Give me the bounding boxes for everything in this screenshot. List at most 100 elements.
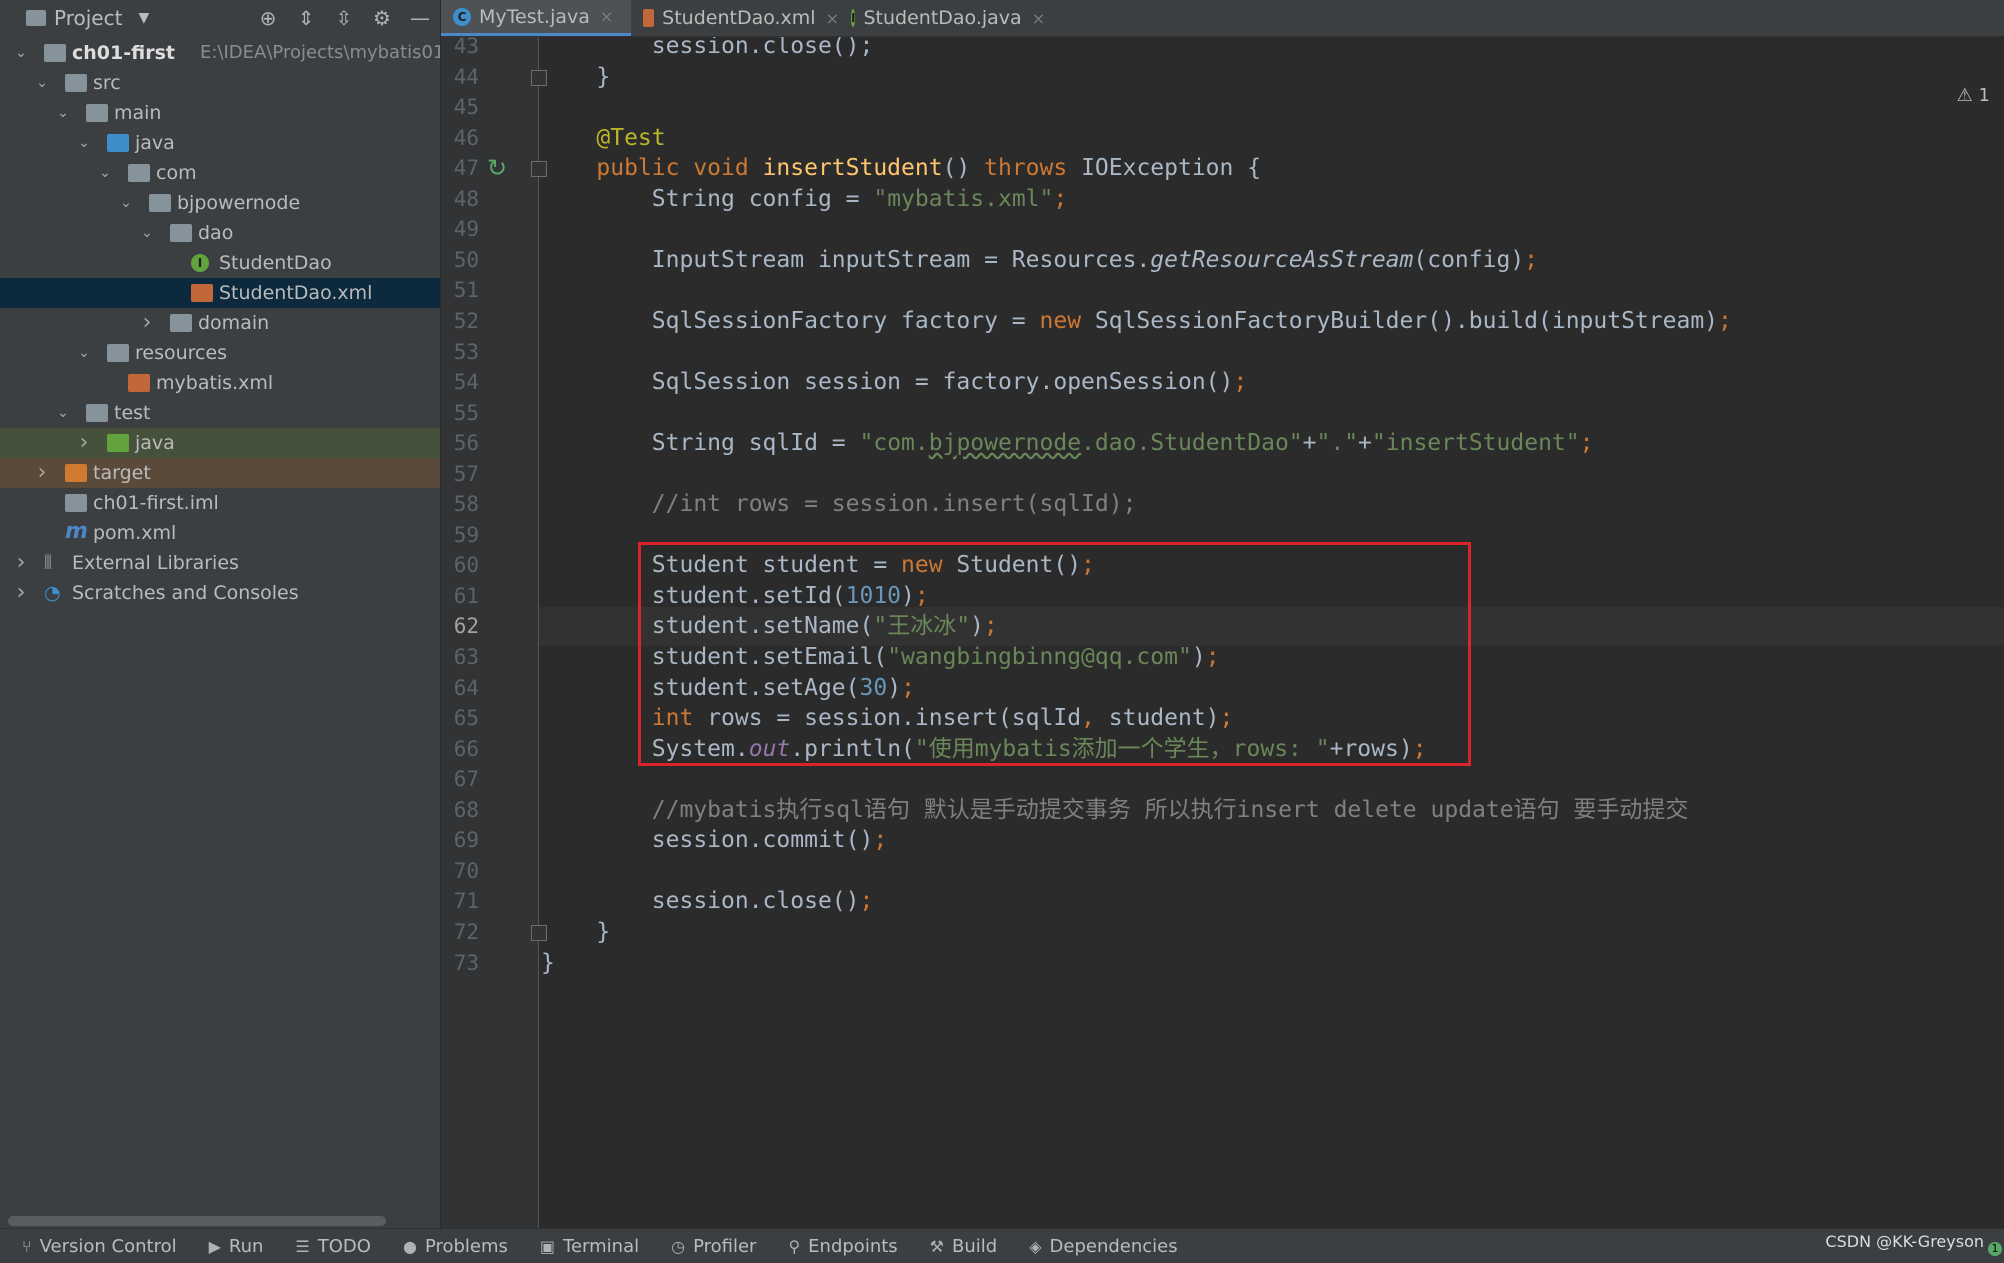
code-token: + (1358, 430, 1372, 456)
chevron-down-icon[interactable]: ⌄ (77, 338, 91, 368)
tree-item-domain[interactable]: › domain (0, 308, 440, 338)
code-line[interactable]: System.out.println("使用mybatis添加一个学生，rows… (541, 730, 1427, 769)
tree-item-label: domain (198, 312, 270, 334)
chevron-down-icon[interactable]: ⌄ (77, 128, 91, 158)
fold-marker-icon[interactable] (531, 925, 547, 941)
code-line[interactable]: String sqlId = "com.bjpowernode.dao.Stud… (541, 424, 1594, 463)
chevron-down-icon[interactable]: ⌄ (140, 218, 154, 248)
tool-window-bar: ⑂ Version Control ▶ Run ☰ TODO ● Problems ▣ Termi… (0, 1228, 2004, 1263)
code-token: + (1302, 430, 1317, 456)
tree-item-scratches-and-consoles[interactable]: › ◔ Scratches and Consoles (0, 578, 440, 608)
fold-marker-icon[interactable] (531, 70, 547, 86)
toolwindow-run[interactable]: ▶ Run (209, 1236, 264, 1257)
toolwindow-label: Terminal (563, 1235, 640, 1257)
toolwindow-todo[interactable]: ☰ TODO (295, 1236, 371, 1257)
code-token: getResourceAsStream (1150, 247, 1414, 273)
watermark: CSDN @KK-Greyson (1825, 1232, 1984, 1251)
chevron-down-icon[interactable]: ⌄ (56, 398, 70, 428)
code-token: ; (1579, 430, 1594, 456)
chevron-down-icon[interactable]: ⌄ (119, 188, 133, 218)
tree-item-java[interactable]: ⌄ java (0, 128, 440, 158)
code-line[interactable]: String config = "mybatis.xml"; (541, 180, 1067, 219)
tree-item-external-libraries[interactable]: › ⫴ External Libraries (0, 548, 440, 578)
layers-icon: ◈ (1029, 1236, 1042, 1256)
warning-indicator[interactable]: ⚠ 1 (1957, 85, 1990, 106)
tab-mytest-java[interactable]: C MyTest.java × (441, 0, 631, 36)
collapse-all-icon[interactable]: ⇳ (332, 6, 356, 30)
tree-item-ch01-first-iml[interactable]: ch01-first.iml (0, 488, 440, 518)
toolwindow-profiler[interactable]: ◷ Profiler (671, 1236, 756, 1257)
expand-all-icon[interactable]: ⇕ (294, 6, 318, 30)
code-line[interactable]: //int rows = session.insert(sqlId); (541, 485, 1137, 524)
tree-item-test[interactable]: ⌄ test (0, 398, 440, 428)
close-icon[interactable]: × (1032, 9, 1045, 28)
locate-icon[interactable]: ⊕ (256, 6, 280, 30)
minimize-icon[interactable]: — (408, 6, 432, 30)
chevron-down-icon[interactable]: ▼ (138, 10, 149, 26)
code-line[interactable]: SqlSession session = factory.openSession… (541, 363, 1247, 402)
editor-tabs: C MyTest.java × StudentDao.xml × I StudentDao.… (441, 0, 2004, 37)
tree-item-main[interactable]: ⌄ main (0, 98, 440, 128)
code-line[interactable]: SqlSessionFactory factory = new SqlSessi… (541, 302, 1732, 341)
tree-item-label: Scratches and Consoles (72, 582, 299, 604)
chevron-right-icon[interactable]: › (140, 308, 154, 338)
code-token: Student student = (541, 552, 902, 578)
horizontal-scrollbar[interactable] (8, 1216, 386, 1226)
chevron-right-icon[interactable]: › (77, 428, 91, 458)
tree-item-resources[interactable]: ⌄ resources (0, 338, 440, 368)
code-token: "王冰冰" (873, 613, 971, 639)
code-line[interactable]: } (541, 58, 610, 97)
tree-item-java[interactable]: › java (0, 428, 440, 458)
tree-item-studentdao[interactable]: I StudentDao (0, 248, 440, 278)
toolwindow-endpoints[interactable]: ⚲ Endpoints (788, 1236, 897, 1257)
code-line[interactable]: session.commit(); (541, 821, 887, 860)
code-token: 1010 (845, 583, 902, 609)
branch-icon: ⑂ (22, 1236, 32, 1256)
hammer-icon: ⚒ (929, 1236, 945, 1256)
java-interface-icon: I (851, 9, 856, 27)
folder-orange-icon (65, 464, 87, 482)
tree-item-bjpowernode[interactable]: ⌄ bjpowernode (0, 188, 440, 218)
chevron-down-icon[interactable]: ⌄ (35, 68, 49, 98)
chevron-down-icon[interactable]: ⌄ (56, 98, 70, 128)
gear-icon[interactable]: ⚙ (370, 6, 394, 30)
chevron-down-icon[interactable]: ⌄ (14, 38, 28, 68)
code-editor[interactable]: 43 44 45 46 47 48 49 50 51 52 53 54 55 56 57 58 59 60 61 62… (441, 37, 2004, 1228)
fold-marker-icon[interactable] (531, 161, 547, 177)
toolwindow-build[interactable]: ⚒ Build (930, 1236, 998, 1257)
tab-studentdao-xml[interactable]: StudentDao.xml × (631, 0, 839, 36)
close-icon[interactable]: × (600, 7, 613, 26)
tree-item-src[interactable]: ⌄ src (0, 68, 440, 98)
tree-item-target[interactable]: › target (0, 458, 440, 488)
list-icon: ☰ (295, 1236, 310, 1256)
toolwindow-version-control[interactable]: ⑂ Version Control (22, 1236, 177, 1257)
run-test-icon[interactable]: ↻ (487, 155, 513, 181)
tree-item-dao[interactable]: ⌄ dao (0, 218, 440, 248)
tree-item-label: mybatis.xml (156, 372, 274, 394)
project-view-selector[interactable]: Project ▼ (26, 6, 149, 30)
code-token: } (541, 950, 555, 976)
tree-item-studentdao-xml[interactable]: StudentDao.xml (0, 278, 440, 308)
chevron-right-icon[interactable]: › (35, 458, 49, 488)
toolwindow-terminal[interactable]: ▣ Terminal (540, 1236, 639, 1257)
close-icon[interactable]: × (826, 9, 839, 28)
tree-item-pom-xml[interactable]: m pom.xml (0, 518, 440, 548)
tree-item-ch01-first[interactable]: ⌄ ch01-first E:\IDEA\Projects\mybatis01\ch… (0, 38, 440, 68)
code-token: student.setEmail( (541, 644, 888, 670)
tab-studentdao-java[interactable]: I StudentDao.java × (839, 0, 1045, 36)
code-token: student.setAge( (541, 675, 860, 701)
scratches-icon: ◔ (44, 582, 61, 604)
code-token: new (901, 552, 957, 578)
code-line[interactable]: InputStream inputStream = Resources.getR… (541, 241, 1538, 280)
toolwindow-problems[interactable]: ● Problems (403, 1236, 508, 1257)
chevron-right-icon[interactable]: › (14, 578, 28, 608)
code-token: .println( (790, 736, 915, 762)
toolwindow-dependencies[interactable]: ◈ Dependencies (1029, 1236, 1177, 1257)
chevron-right-icon[interactable]: › (14, 548, 28, 578)
tree-item-com[interactable]: ⌄ com (0, 158, 440, 188)
code-token: student) (1108, 705, 1220, 731)
code-line[interactable]: } (541, 944, 555, 983)
tree-item-mybatis-xml[interactable]: mybatis.xml (0, 368, 440, 398)
iml-file-icon (65, 494, 87, 512)
chevron-down-icon[interactable]: ⌄ (98, 158, 112, 188)
